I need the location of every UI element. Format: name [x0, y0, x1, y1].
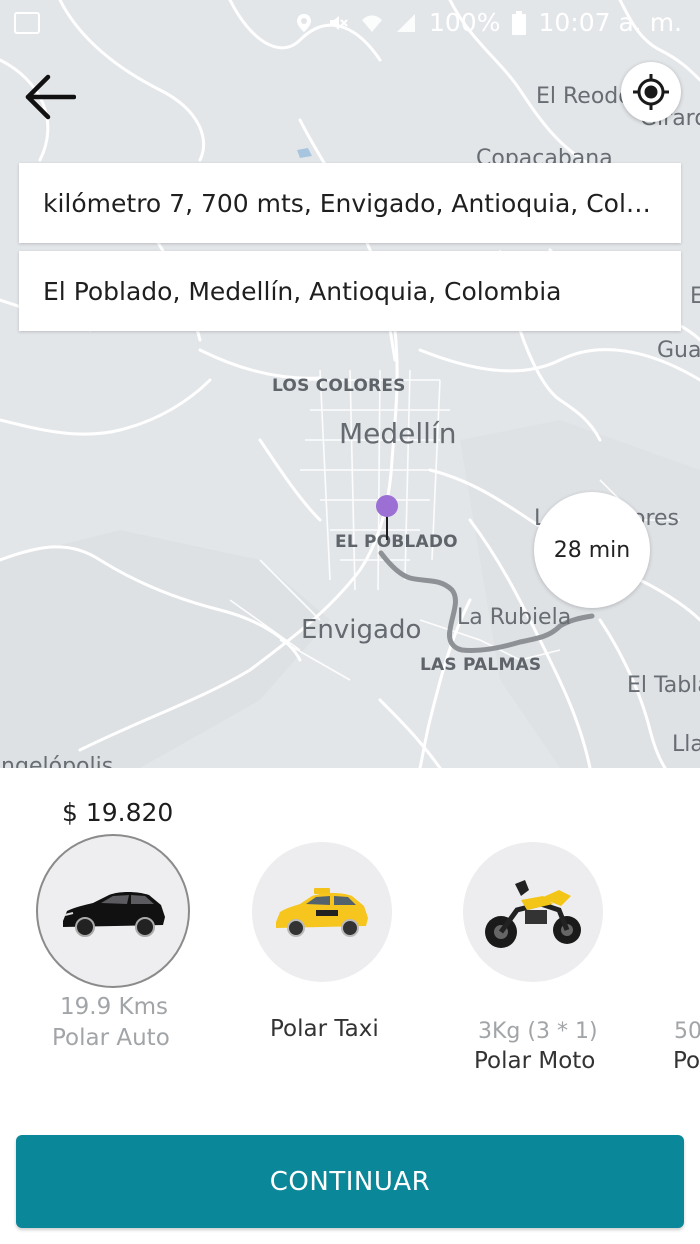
vehicle-option-auto[interactable]: [36, 834, 190, 988]
origin-address-text: kilómetro 7, 700 mts, Envigado, Antioqui…: [43, 188, 657, 218]
motorcycle-icon: [485, 880, 581, 948]
wifi-icon: [362, 15, 382, 32]
map-label-el-tablazo: El Tabla: [627, 673, 700, 698]
mute-icon: [330, 15, 348, 30]
vehicle-distance: 19.9 Kms: [60, 994, 168, 1020]
destination-address-text: El Poblado, Medellín, Antioquia, Colombi…: [43, 276, 562, 306]
my-location-button[interactable]: [621, 62, 681, 122]
signal-icon: [397, 13, 415, 32]
map-label-medellin: Medellín: [339, 417, 457, 450]
map-label-edge-e: E: [690, 284, 700, 309]
map-label-las-palmas: LAS PALMAS: [420, 655, 542, 675]
price-label: $ 19.820: [62, 798, 174, 827]
vehicle-name-auto: Polar Auto: [52, 1025, 170, 1051]
map-label-guarne: Gua: [657, 338, 700, 363]
clock: 10:07 a. m.: [538, 8, 682, 37]
map-label-angelopolis: Angelópolis: [0, 754, 114, 768]
vehicle-name-partial: Po: [673, 1048, 700, 1074]
vehicle-name-taxi: Polar Taxi: [270, 1016, 379, 1042]
vehicle-option-taxi[interactable]: [252, 842, 392, 982]
notification-icon: [14, 12, 40, 34]
vehicle-option-moto[interactable]: [463, 842, 603, 982]
map-label-la-rubiela: La Rubiela: [457, 605, 572, 630]
battery-percent: 100%: [429, 8, 501, 37]
origin-address-field[interactable]: kilómetro 7, 700 mts, Envigado, Antioqui…: [19, 163, 681, 243]
destination-pin-icon: [376, 495, 398, 540]
back-arrow-icon: [25, 74, 76, 120]
back-button[interactable]: [20, 70, 80, 124]
eta-bubble: 28 min: [534, 492, 650, 608]
vehicle-name-moto: Polar Moto: [474, 1048, 596, 1074]
battery-icon: [512, 10, 527, 35]
car-icon: [63, 892, 165, 937]
map-label-llanogrande: Lla: [672, 732, 700, 757]
crosshair-location-icon: [633, 74, 669, 110]
map-label-envigado: Envigado: [301, 615, 422, 645]
location-status-icon: [297, 13, 311, 32]
map-label-los-colores: LOS COLORES: [272, 376, 406, 396]
vehicle-partial-sub: 50: [674, 1019, 700, 1044]
continue-button[interactable]: CONTINUAR: [16, 1135, 684, 1228]
map-view[interactable]: El Reodo Girard Copacabana Gua E LOS COL…: [0, 0, 700, 768]
map-label-el-reodo: El Reodo: [536, 84, 632, 109]
eta-text: 28 min: [553, 537, 631, 563]
taxi-icon: [276, 888, 368, 937]
status-bar: 100% 10:07 a. m.: [0, 0, 700, 48]
destination-address-field[interactable]: El Poblado, Medellín, Antioquia, Colombi…: [19, 251, 681, 331]
vehicle-capacity: 3Kg (3 * 1): [478, 1019, 598, 1044]
